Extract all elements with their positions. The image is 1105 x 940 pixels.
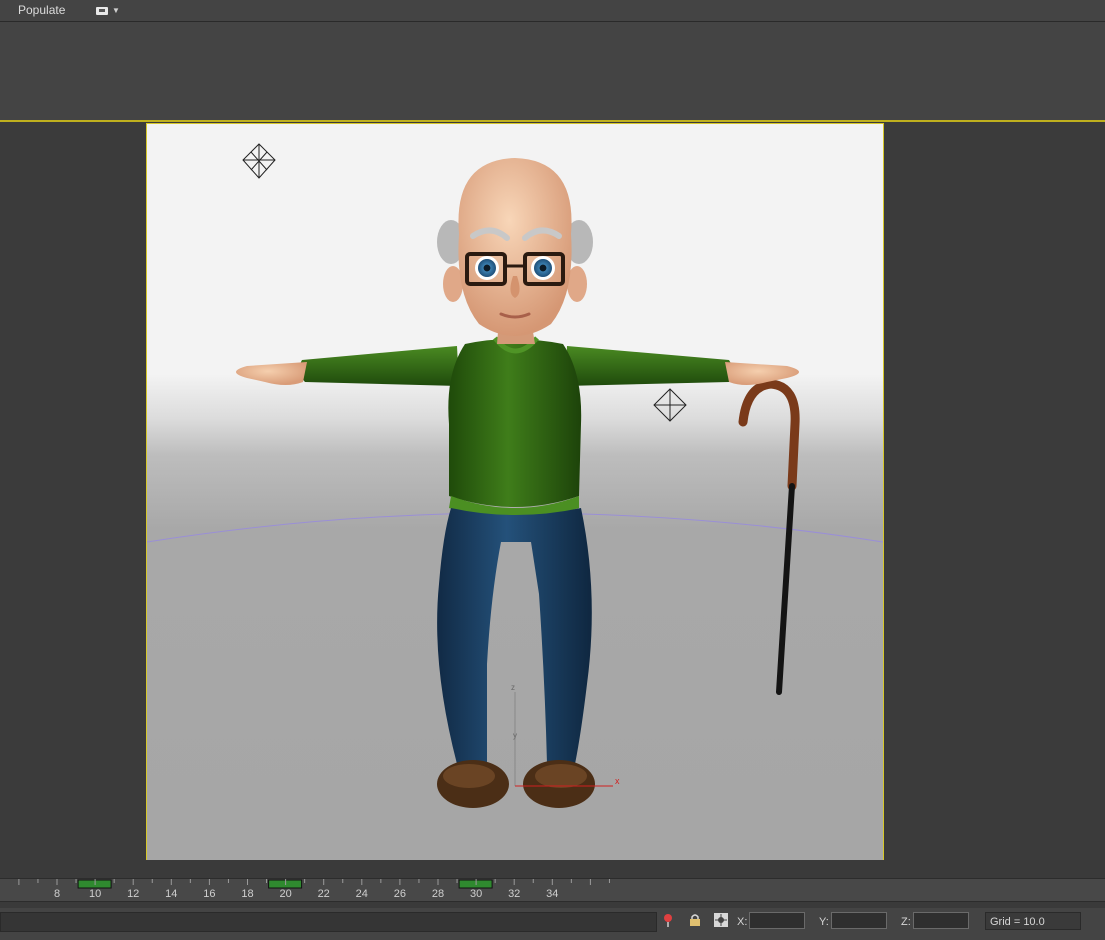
- light-gizmo-icon: [653, 388, 687, 422]
- z-coord-label: Z:: [901, 916, 911, 928]
- light-gizmo-icon: [242, 143, 276, 179]
- viewport-area: z y x: [0, 120, 1105, 862]
- y-coord-label: Y:: [819, 916, 829, 928]
- timeline-frame-label: 30: [470, 888, 482, 900]
- timeline-frame-label: 8: [54, 888, 60, 900]
- isolate-selection-icon[interactable]: [661, 913, 675, 927]
- axis-label-y: y: [513, 731, 517, 740]
- perspective-viewport[interactable]: z y x: [146, 123, 884, 861]
- z-coord-field[interactable]: [913, 912, 969, 929]
- timeline-frame-label: 32: [508, 888, 520, 900]
- left-arm: [236, 346, 459, 386]
- timeline-frame-label: 24: [356, 888, 368, 900]
- timeline-frame-label: 12: [127, 888, 139, 900]
- green-sweater: [448, 336, 582, 518]
- timeline-frame-label: 10: [89, 888, 101, 900]
- right-arm: [565, 346, 799, 386]
- timeline-track[interactable]: 8 10 12 14 16 18 20 22 24 26 28 30 32 34: [0, 878, 1105, 902]
- scene-render: z y x: [147, 143, 883, 808]
- character-head: [437, 158, 593, 336]
- menu-bar: Populate ▼: [0, 0, 1105, 22]
- timeline-frame-label: 34: [546, 888, 558, 900]
- prompt-line[interactable]: [0, 912, 657, 932]
- timeline-frame-label: 18: [241, 888, 253, 900]
- timeline[interactable]: 8 10 12 14 16 18 20 22 24 26 28 30 32 34: [0, 860, 1105, 908]
- brown-shoes: [437, 760, 595, 808]
- timeline-frame-label: 26: [394, 888, 406, 900]
- timeline-frame-label: 14: [165, 888, 177, 900]
- grid-size-readout: Grid = 10.0: [985, 912, 1081, 930]
- x-coord-field[interactable]: [749, 912, 805, 929]
- status-bar: X: Y: Z: Grid = 10.0: [0, 908, 1105, 940]
- axis-label-z: z: [511, 683, 515, 692]
- walking-cane: [738, 379, 800, 695]
- timeline-frame-label: 16: [203, 888, 215, 900]
- chevron-down-icon: ▼: [112, 6, 120, 15]
- x-coord-label: X:: [737, 916, 748, 928]
- y-coord-field[interactable]: [831, 912, 887, 929]
- axis-label-x: x: [615, 776, 620, 786]
- timeline-ticks: 8 10 12 14 16 18 20 22 24 26 28 30 32 34: [18, 879, 610, 900]
- absolute-mode-icon[interactable]: [714, 913, 728, 927]
- blue-jeans: [437, 508, 592, 764]
- menu-item-populate[interactable]: Populate: [18, 3, 65, 17]
- selection-lock-icon[interactable]: [688, 913, 702, 927]
- viewport-layout-icon: [96, 6, 108, 15]
- timeline-frame-label: 22: [318, 888, 330, 900]
- viewport-layout-dropdown[interactable]: ▼: [96, 4, 120, 17]
- ribbon-panel: [0, 22, 1105, 119]
- timeline-frame-label: 20: [279, 888, 291, 900]
- timeline-frame-label: 28: [432, 888, 444, 900]
